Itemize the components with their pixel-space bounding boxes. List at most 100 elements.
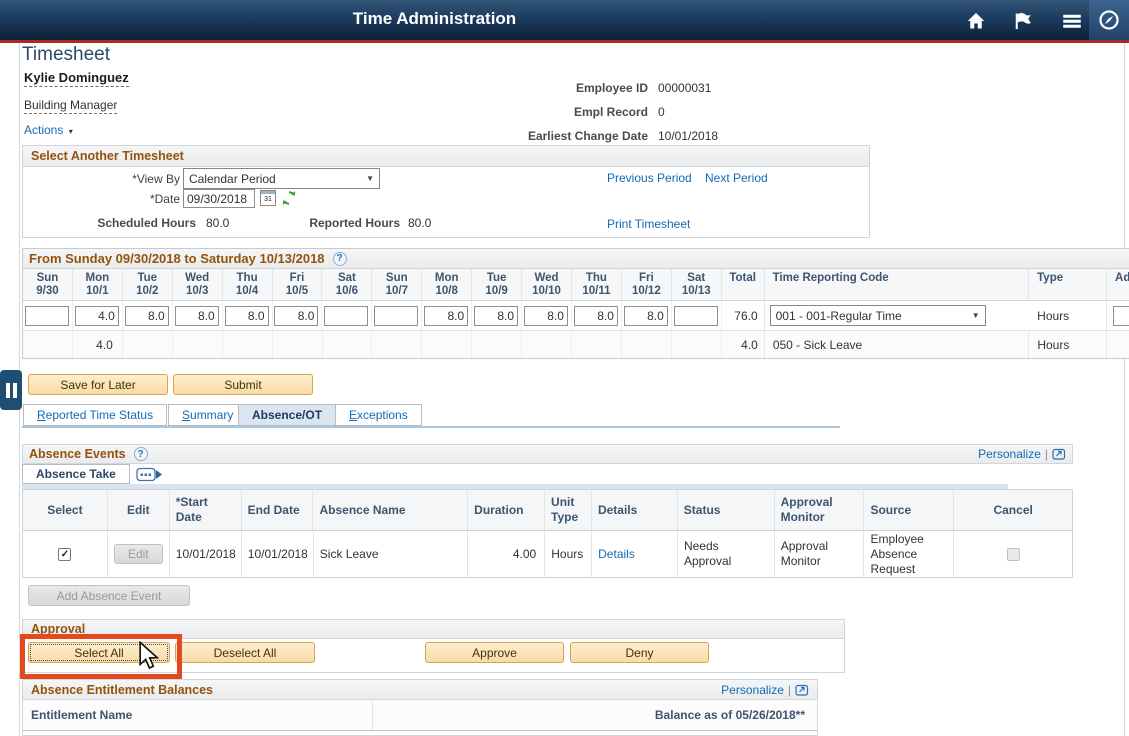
earliest-change-date-label: Earliest Change Date [440, 129, 648, 143]
date-input[interactable] [183, 189, 255, 208]
time-entry-input[interactable] [274, 306, 318, 326]
time-entry-input[interactable] [524, 306, 568, 326]
actions-menu[interactable]: Actions ▾ [24, 123, 73, 137]
scheduled-hours-label: Scheduled Hours [40, 216, 196, 230]
chevron-down-icon: ▼ [366, 174, 374, 183]
reported-hours-value: 80.0 [408, 216, 431, 230]
entitlement-name-col: Entitlement Name [23, 700, 373, 730]
day-col-header: Thu10/4 [223, 269, 273, 300]
employee-name[interactable]: Kylie Dominguez [24, 70, 129, 87]
reported-hours-label: Reported Hours [300, 216, 400, 230]
actions-label[interactable]: Actions [24, 123, 63, 137]
row-total: 4.0 [722, 331, 765, 358]
time-entry-input[interactable] [424, 306, 468, 326]
time-entry-input[interactable] [674, 306, 718, 326]
cancel-checkbox[interactable] [1007, 548, 1020, 561]
entitlement-panel: Absence Entitlement Balances Personalize… [22, 679, 818, 736]
add-absence-event-button[interactable]: Add Absence Event [28, 585, 190, 606]
next-period-link[interactable]: Next Period [705, 171, 768, 185]
side-drawer-pause-handle[interactable] [0, 370, 22, 410]
time-entry-input[interactable] [324, 306, 368, 326]
flag-icon[interactable] [1011, 11, 1035, 31]
help-icon[interactable]: ? [333, 252, 347, 266]
day-col-header: Thu10/11 [572, 269, 622, 300]
trc-col-header: Time Reporting Code [765, 269, 1030, 300]
row-total: 76.0 [722, 301, 765, 330]
time-administration-page: Time Administration Timesheet Kylie Domi… [0, 0, 1129, 736]
earliest-change-date-value: 10/01/2018 [658, 129, 718, 143]
approval-title: Approval [31, 622, 85, 636]
refresh-icon[interactable] [281, 190, 297, 209]
deny-button[interactable]: Deny [570, 642, 709, 663]
deselect-all-button[interactable]: Deselect All [175, 642, 315, 663]
time-entry-input[interactable] [125, 306, 169, 326]
trc-select[interactable]: 001 - 001-Regular Time ▼ [770, 305, 986, 326]
timesheet-row: 4.0 4.0 050 - Sick Leave Hours [23, 331, 1129, 358]
type-cell: Hours [1029, 301, 1107, 330]
time-entry-input[interactable] [225, 306, 269, 326]
day-col-header: Fri10/5 [273, 269, 323, 300]
absence-name-cell: Sick Leave [314, 531, 469, 577]
start-date-cell: 10/01/2018 [170, 531, 242, 577]
approval-monitor-cell: Approval Monitor [775, 531, 865, 577]
submit-button[interactable]: Submit [173, 374, 313, 395]
help-icon[interactable]: ? [134, 447, 148, 461]
select-checkbox[interactable]: ✓ [58, 548, 71, 561]
add-col-header: Ad [1107, 269, 1129, 300]
day-col-header: Fri10/12 [622, 269, 672, 300]
save-for-later-button[interactable]: Save for Later [28, 374, 168, 395]
trc-cell: 050 - Sick Leave [765, 331, 1029, 358]
subtab-absence-take[interactable]: Absence Take [22, 464, 130, 484]
day-col-header: Mon10/1 [73, 269, 123, 300]
print-timesheet-link[interactable]: Print Timesheet [607, 217, 690, 231]
day-col-header: Tue10/2 [123, 269, 173, 300]
page-right-border [1124, 43, 1125, 736]
select-timesheet-title: Select Another Timesheet [31, 149, 184, 163]
select-all-button[interactable]: Select All [28, 642, 170, 663]
home-icon[interactable] [964, 11, 988, 31]
tab-summary[interactable]: Summary [168, 404, 247, 426]
tab-reported-time-status[interactable]: Reported Time Status [23, 404, 167, 426]
timesheet-grid: From Sunday 09/30/2018 to Saturday 10/13… [22, 248, 1129, 359]
employee-job-title[interactable]: Building Manager [24, 98, 117, 114]
view-by-value: Calendar Period [189, 172, 276, 186]
details-link[interactable]: Details [598, 547, 635, 562]
tab-exceptions[interactable]: Exceptions [335, 404, 422, 426]
previous-period-link[interactable]: Previous Period [607, 171, 692, 185]
page-title: Timesheet [22, 44, 110, 66]
app-header: Time Administration [0, 0, 1129, 40]
absence-events-header: Absence Events ? Personalize| [22, 444, 1073, 464]
time-entry-input[interactable] [474, 306, 518, 326]
time-entry-input[interactable] [75, 306, 119, 326]
trc-value: 001 - 001-Regular Time [776, 309, 902, 323]
employee-id-value: 00000031 [658, 81, 711, 95]
day-col-header: Sat10/13 [672, 269, 722, 300]
time-entry-input[interactable] [175, 306, 219, 326]
header-divider [0, 40, 1129, 43]
time-entry-input[interactable] [624, 306, 668, 326]
edit-button[interactable]: Edit [114, 544, 163, 564]
employee-id-label: Employee ID [440, 81, 648, 95]
duration-cell: 4.00 [468, 531, 545, 577]
hamburger-menu-icon[interactable] [1060, 11, 1084, 31]
calendar-icon[interactable]: 31 [260, 190, 276, 206]
view-by-select[interactable]: Calendar Period ▼ [183, 168, 380, 189]
date-label: *Date [60, 192, 180, 206]
day-col-header: Sun9/30 [23, 269, 73, 300]
approve-button[interactable]: Approve [425, 642, 564, 663]
popup-window-icon [1052, 448, 1066, 460]
add-cell-input[interactable] [1113, 306, 1129, 326]
tab-absence-ot[interactable]: Absence/OT [238, 404, 336, 426]
day-col-header: Wed10/3 [173, 269, 223, 300]
time-entry-input[interactable] [574, 306, 618, 326]
navbar-compass-icon[interactable] [1089, 0, 1129, 40]
empl-record-label: Empl Record [440, 105, 648, 119]
entitlement-personalize[interactable]: Personalize| [721, 683, 809, 697]
absence-events-title: Absence Events [29, 447, 126, 461]
absence-personalize[interactable]: Personalize| [978, 447, 1066, 461]
entitlement-header-row: Entitlement Name Balance as of 05/26/201… [23, 700, 817, 731]
time-entry-input[interactable] [374, 306, 418, 326]
time-entry-input[interactable] [25, 306, 69, 326]
tabs-underline [22, 426, 840, 428]
show-all-columns-icon[interactable] [136, 467, 163, 485]
